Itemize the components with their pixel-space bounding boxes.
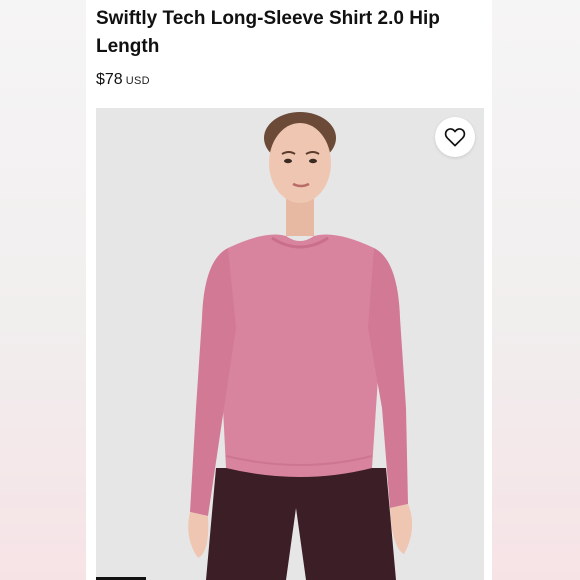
price-currency: USD — [125, 75, 150, 87]
product-image[interactable] — [96, 108, 484, 580]
left-blurred-margin — [0, 0, 86, 580]
product-title: Swiftly Tech Long-Sleeve Shirt 2.0 Hip L… — [96, 8, 440, 57]
product-page: Swiftly Tech Long-Sleeve Shirt 2.0 Hip L… — [86, 0, 492, 580]
heart-icon — [444, 128, 466, 147]
product-photo-illustration — [96, 108, 484, 580]
price-amount: $78 — [96, 71, 123, 88]
wishlist-button[interactable] — [435, 117, 475, 157]
product-price: $78 USD — [96, 71, 150, 89]
right-blurred-margin — [492, 0, 580, 580]
